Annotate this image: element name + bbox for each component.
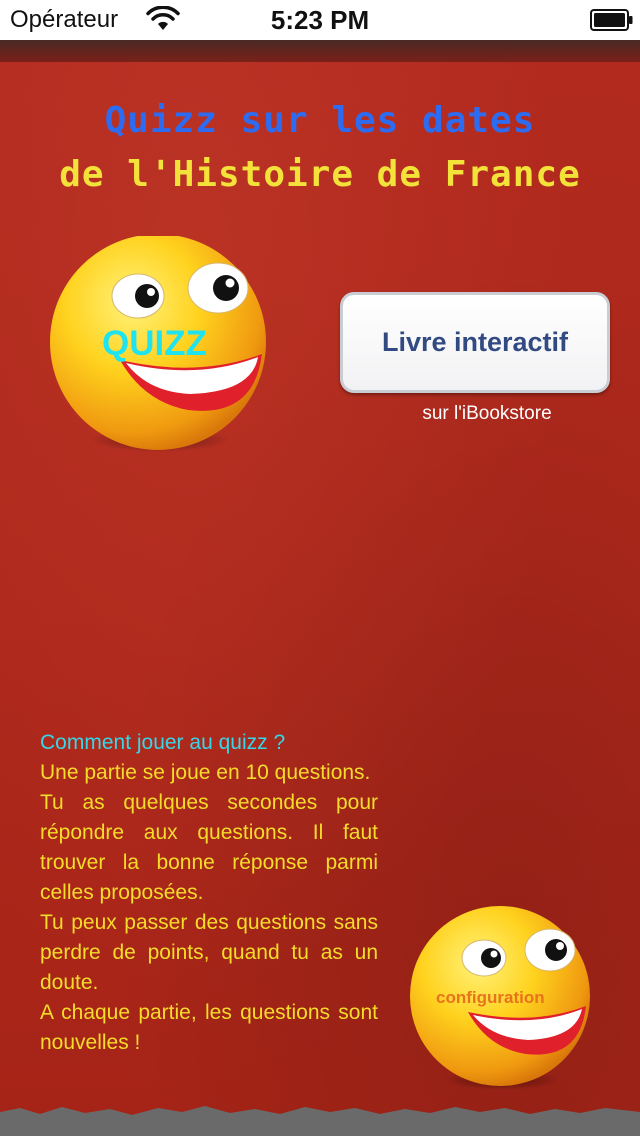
title-line-1: Quizz sur les dates bbox=[104, 100, 536, 141]
how-to-play-question: Comment jouer au quizz ? bbox=[40, 731, 286, 754]
how-to-play-paragraph: A chaque partie, les questions sont nouv… bbox=[40, 1001, 378, 1054]
main-screen: Quizz sur les dates de l'Histoire de Fra… bbox=[0, 40, 640, 1136]
how-to-play-paragraph: Tu peux passer des questions sans perdre… bbox=[40, 911, 378, 994]
clock: 5:23 PM bbox=[270, 5, 370, 35]
how-to-play-paragraph: Une partie se joue en 10 questions. bbox=[40, 761, 371, 784]
interactive-book-button[interactable]: Livre interactif bbox=[340, 292, 610, 393]
quiz-button[interactable]: QUIZZ bbox=[48, 234, 272, 456]
title-line-2: de l'Histoire de France bbox=[59, 154, 581, 195]
torn-paper-top bbox=[0, 40, 640, 62]
battery-icon bbox=[590, 8, 634, 37]
how-to-play-paragraph: Tu as quelques secondes pour répondre au… bbox=[40, 791, 378, 904]
quiz-button-label: QUIZZ bbox=[102, 324, 207, 363]
torn-paper-bottom bbox=[0, 1106, 640, 1136]
interactive-book-button-label: Livre interactif bbox=[381, 327, 569, 357]
configuration-button[interactable]: configuration bbox=[408, 906, 594, 1092]
status-bar: Opérateur 5:23 PM bbox=[0, 0, 640, 40]
ibookstore-caption: sur l'iBookstore bbox=[422, 403, 552, 424]
how-to-play: Comment jouer au quizz ? Une partie se j… bbox=[40, 728, 378, 1058]
configuration-button-label: configuration bbox=[436, 988, 545, 1007]
